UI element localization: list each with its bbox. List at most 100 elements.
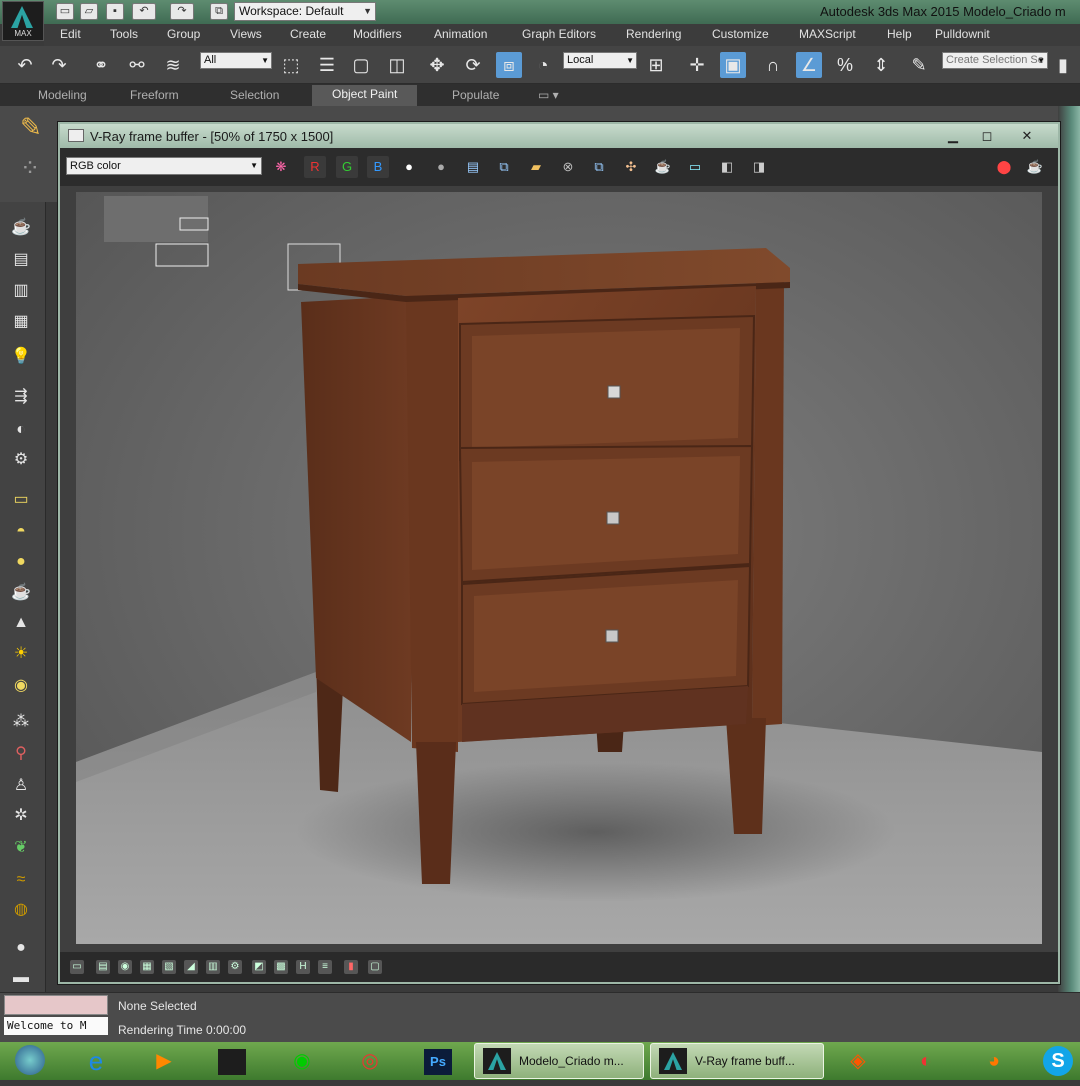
modify-panel-icon[interactable]: ▥: [8, 279, 34, 303]
edit-named-selection-icon[interactable]: ✎: [906, 52, 932, 78]
unlink-icon[interactable]: ⚯: [124, 52, 150, 78]
redo-icon[interactable]: ↷: [46, 52, 72, 78]
new-scene-icon[interactable]: ▭: [56, 3, 74, 20]
load-image-icon[interactable]: ⧉: [493, 156, 515, 178]
ccleaner-icon[interactable]: ◐: [906, 1045, 946, 1078]
taskbar-max-window[interactable]: Modelo_Criado m...: [474, 1043, 644, 1079]
curves-icon[interactable]: ▦: [140, 960, 154, 974]
window-crossing-icon[interactable]: ◫: [384, 52, 410, 78]
blue-channel-button[interactable]: B: [367, 156, 389, 178]
save-image-icon[interactable]: ▤: [462, 156, 484, 178]
taskbar-vfb-window[interactable]: V-Ray frame buff...: [650, 1043, 824, 1079]
show-history-icon[interactable]: ▭: [70, 960, 84, 974]
display-icon[interactable]: ◐: [8, 418, 34, 442]
link-icon[interactable]: ⚭: [88, 52, 114, 78]
select-object-icon[interactable]: ⬚: [278, 52, 304, 78]
spinner-snap-icon[interactable]: ⇕: [868, 52, 894, 78]
skype-icon[interactable]: S: [1038, 1045, 1078, 1078]
tab-object-paint[interactable]: Object Paint: [312, 85, 418, 106]
stereo-red-icon[interactable]: ▮: [344, 960, 358, 974]
menu-views[interactable]: Views: [230, 27, 262, 41]
start-button-icon[interactable]: [10, 1045, 50, 1078]
utilities-icon[interactable]: ⚙: [8, 448, 34, 472]
listener-output[interactable]: Welcome to M: [4, 1017, 108, 1035]
reference-coordinate-select[interactable]: Local ▼: [563, 52, 637, 69]
hdr-icon[interactable]: H: [296, 960, 310, 974]
mirror-icon[interactable]: ▮: [1050, 52, 1076, 78]
sun-icon[interactable]: ☀: [8, 642, 34, 666]
render-canvas[interactable]: [76, 192, 1042, 944]
render-icon[interactable]: ☕: [1024, 156, 1046, 178]
sphere-icon[interactable]: ●: [8, 550, 34, 574]
tab-populate[interactable]: Populate: [452, 88, 499, 102]
color-channels-icon[interactable]: ❋: [270, 156, 292, 178]
workspace-select[interactable]: Workspace: Default ▼: [234, 2, 376, 21]
foliage-icon[interactable]: ❦: [8, 836, 34, 860]
keyboard-shortcut-override-icon[interactable]: ▣: [720, 52, 746, 78]
previous-frame-icon[interactable]: ◧: [716, 156, 738, 178]
move-icon[interactable]: ✥: [424, 52, 450, 78]
next-frame-icon[interactable]: ◨: [748, 156, 770, 178]
sphere-render-icon[interactable]: ●: [8, 936, 34, 960]
box-primitive-icon[interactable]: ▭: [8, 488, 34, 512]
levels-icon[interactable]: ◢: [184, 960, 198, 974]
tab-selection[interactable]: Selection: [230, 88, 279, 102]
rectangular-region-icon[interactable]: ▢: [348, 52, 374, 78]
close-icon[interactable]: ✕: [1014, 127, 1040, 144]
chrome-icon[interactable]: ◎: [350, 1045, 390, 1078]
color-correction-icon[interactable]: ◩: [252, 960, 266, 974]
internet-explorer-icon[interactable]: e: [76, 1045, 116, 1078]
undo-icon[interactable]: ↶: [12, 52, 38, 78]
media-player-icon[interactable]: ▶: [144, 1045, 184, 1078]
menu-graph-editors[interactable]: Graph Editors: [522, 27, 596, 41]
clear-image-icon[interactable]: ⊗: [557, 156, 579, 178]
angle-snap-icon[interactable]: ∠: [796, 52, 822, 78]
tab-freeform[interactable]: Freeform: [130, 88, 179, 102]
named-selection-set-input[interactable]: Create Selection Se ▼: [942, 52, 1048, 69]
eye-app-icon[interactable]: ◉: [282, 1045, 322, 1078]
menu-tools[interactable]: Tools: [110, 27, 138, 41]
paint-objects-icon[interactable]: ⁘: [20, 154, 56, 190]
settings-icon[interactable]: ⚙: [228, 960, 242, 974]
stop-render-icon[interactable]: ⬤: [993, 156, 1015, 178]
motion-icon[interactable]: ⇶: [8, 385, 34, 409]
menu-modifiers[interactable]: Modifiers: [353, 27, 402, 41]
menu-customize[interactable]: Customize: [712, 27, 769, 41]
maxscript-mini-listener[interactable]: [4, 995, 108, 1015]
red-channel-button[interactable]: R: [304, 156, 326, 178]
app-logo[interactable]: MAX: [2, 1, 44, 41]
ribbon-options-icon[interactable]: ▭ ▾: [538, 88, 559, 102]
menu-help[interactable]: Help: [887, 27, 912, 41]
menu-group[interactable]: Group: [167, 27, 200, 41]
bone-icon[interactable]: ⚲: [8, 742, 34, 766]
pivot-center-icon[interactable]: ⊞: [643, 52, 669, 78]
shell-icon[interactable]: ◍: [8, 898, 34, 922]
render-frame-icon[interactable]: ▤: [8, 248, 34, 272]
hierarchy-panel-icon[interactable]: ▦: [8, 310, 34, 334]
orange-app-icon[interactable]: ◈: [838, 1045, 878, 1078]
torus-icon[interactable]: ◉: [8, 674, 34, 698]
alpha-white-icon[interactable]: ●: [398, 156, 420, 178]
menu-maxscript[interactable]: MAXScript: [799, 27, 856, 41]
select-manipulate-icon[interactable]: ✛: [684, 52, 710, 78]
menu-edit[interactable]: Edit: [60, 27, 81, 41]
bind-spacewarp-icon[interactable]: ≋: [160, 52, 186, 78]
undo-icon[interactable]: ↶: [132, 3, 156, 20]
3ds-max-icon[interactable]: [212, 1045, 252, 1078]
hair-icon[interactable]: ≈: [8, 868, 34, 892]
exposure-icon[interactable]: ▧: [162, 960, 176, 974]
channel-select[interactable]: RGB color ▼: [66, 157, 262, 175]
duplicate-to-max-icon[interactable]: ⧉: [588, 156, 610, 178]
render-teapot-icon[interactable]: ☕: [652, 156, 674, 178]
pixel-aspect-icon[interactable]: ≡: [318, 960, 332, 974]
track-mouse-icon[interactable]: ✣: [620, 156, 642, 178]
paint-brush-icon[interactable]: ✎: [20, 112, 56, 148]
minimize-icon[interactable]: ▁: [940, 127, 966, 144]
hemisphere-icon[interactable]: ◓: [8, 520, 34, 544]
select-by-name-icon[interactable]: ☰: [314, 52, 340, 78]
project-folder-icon[interactable]: ⧉: [210, 3, 228, 20]
tab-modeling[interactable]: Modeling: [38, 88, 87, 102]
monochrome-icon[interactable]: ●: [430, 156, 452, 178]
lut-icon[interactable]: ▩: [274, 960, 288, 974]
place-icon[interactable]: ◔: [530, 52, 556, 78]
